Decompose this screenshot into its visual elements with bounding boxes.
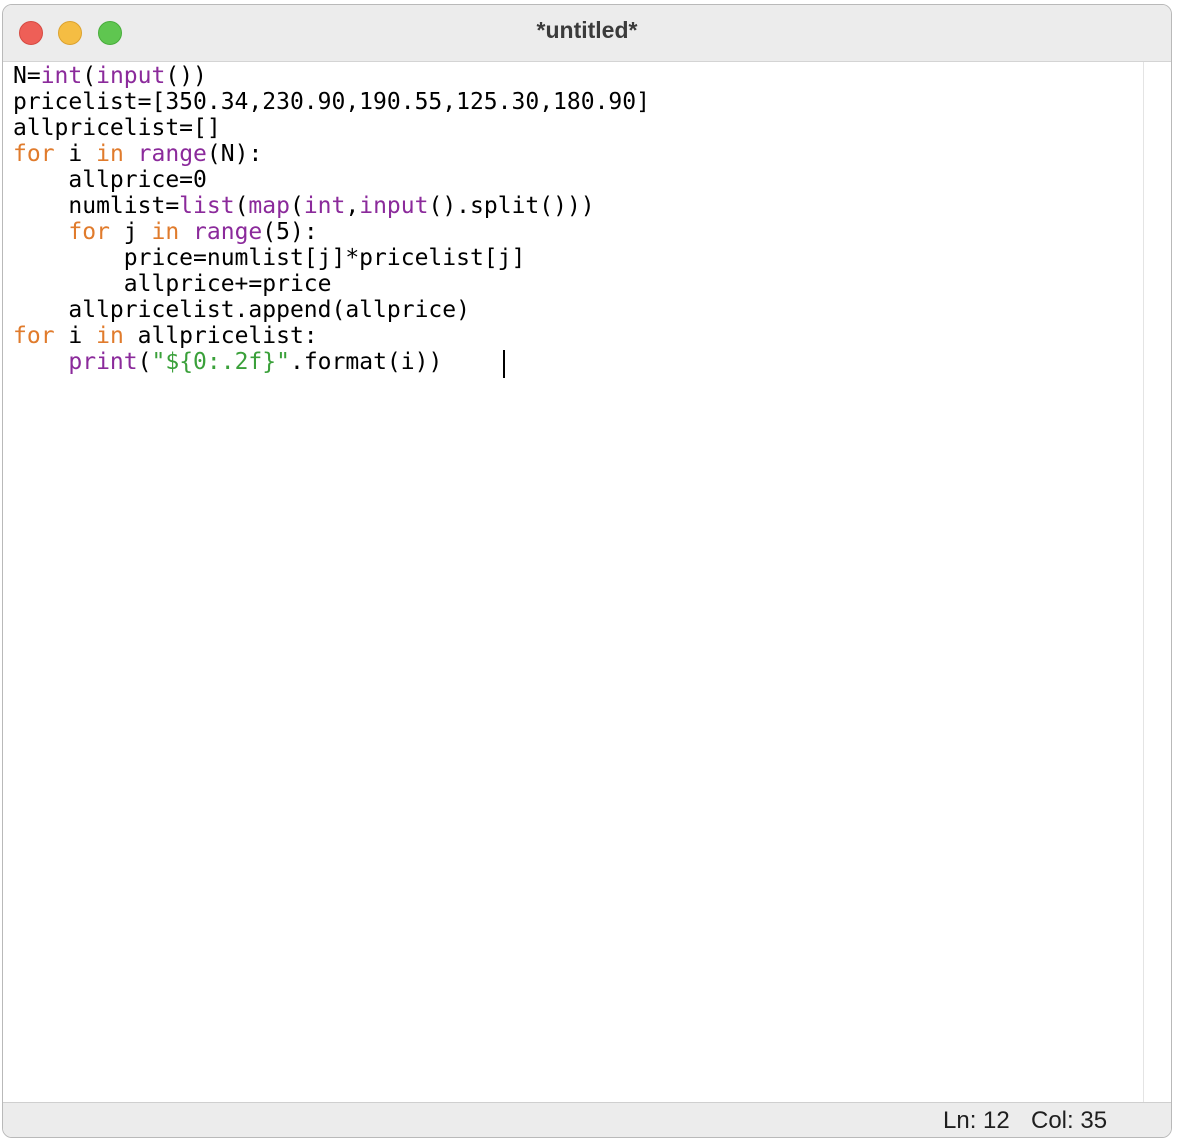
keyword-token: in	[151, 219, 180, 245]
code-token: i	[54, 323, 97, 349]
line-number-status: Ln: 12	[943, 1107, 1010, 1134]
code-token: (5):	[262, 219, 318, 245]
code-line[interactable]: print("${0:.2f}".format(i))	[13, 349, 650, 375]
code-line[interactable]: allpricelist=[]	[13, 115, 650, 141]
code-line[interactable]: for i in allpricelist:	[13, 323, 650, 349]
code-token: j	[109, 219, 152, 245]
code-token: (	[234, 193, 249, 219]
code-token: allprice+=price	[13, 271, 332, 297]
string-token: "${0:.2f}"	[151, 349, 290, 375]
builtin-token: map	[248, 193, 290, 219]
code-token: pricelist=[350.34,230.90,190.55,125.30,1…	[13, 89, 650, 115]
builtin-token: list	[179, 193, 235, 219]
keyword-token: for	[13, 141, 55, 167]
vertical-scrollbar[interactable]	[1143, 62, 1171, 1104]
code-token: (	[137, 349, 152, 375]
builtin-token: int	[303, 193, 346, 219]
keyword-token: for	[13, 323, 55, 349]
code-token: allpricelist.append(allprice)	[13, 297, 470, 323]
code-token: i	[54, 141, 97, 167]
code-text[interactable]: N=int(input()) pricelist=[350.34,230.90,1…	[13, 63, 650, 375]
code-editor[interactable]: N=int(input()) pricelist=[350.34,230.90,1…	[3, 62, 1143, 1104]
code-token: allpricelist=[]	[13, 115, 221, 141]
code-line[interactable]: allprice=0	[13, 167, 650, 193]
text-cursor	[503, 350, 505, 378]
builtin-token: input	[96, 63, 166, 89]
code-token: (	[289, 193, 304, 219]
keyword-token: in	[96, 323, 124, 349]
code-token: price=numlist[j]*pricelist[j]	[13, 245, 526, 271]
code-line[interactable]: price=numlist[j]*pricelist[j]	[13, 245, 650, 271]
window-title: *untitled*	[536, 17, 638, 43]
code-token: ())	[165, 63, 207, 89]
code-token: allpricelist:	[123, 323, 318, 349]
code-token: (	[82, 63, 97, 89]
code-line[interactable]: pricelist=[350.34,230.90,190.55,125.30,1…	[13, 89, 650, 115]
code-line[interactable]: allpricelist.append(allprice)	[13, 297, 650, 323]
builtin-token: input	[359, 193, 429, 219]
keyword-token: for	[68, 219, 110, 245]
editor-window: *untitled* N=int(input()) pricelist=[350.…	[2, 4, 1172, 1138]
builtin-token: int	[40, 63, 83, 89]
builtin-token: print	[68, 349, 138, 375]
code-line[interactable]: numlist=list(map(int,input().split()))	[13, 193, 650, 219]
code-token: ,	[345, 193, 360, 219]
code-line[interactable]: for i in range(N):	[13, 141, 650, 167]
column-number-status: Col: 35	[1031, 1107, 1108, 1134]
keyword-token: in	[96, 141, 124, 167]
code-line[interactable]: allprice+=price	[13, 271, 650, 297]
title-bar[interactable]: *untitled*	[3, 5, 1171, 62]
status-bar: Ln: 12 Col: 35	[3, 1102, 1171, 1137]
builtin-token: range	[137, 141, 207, 167]
code-token: allprice=0	[13, 167, 207, 193]
builtin-token: range	[193, 219, 263, 245]
code-line[interactable]: N=int(input())	[13, 63, 650, 89]
code-token: ().split()))	[428, 193, 595, 219]
code-token: N=	[13, 63, 41, 89]
code-token: .format(i))	[289, 349, 443, 375]
code-line[interactable]: for j in range(5):	[13, 219, 650, 245]
code-token: (N):	[206, 141, 263, 167]
code-token: numlist=	[13, 193, 180, 219]
